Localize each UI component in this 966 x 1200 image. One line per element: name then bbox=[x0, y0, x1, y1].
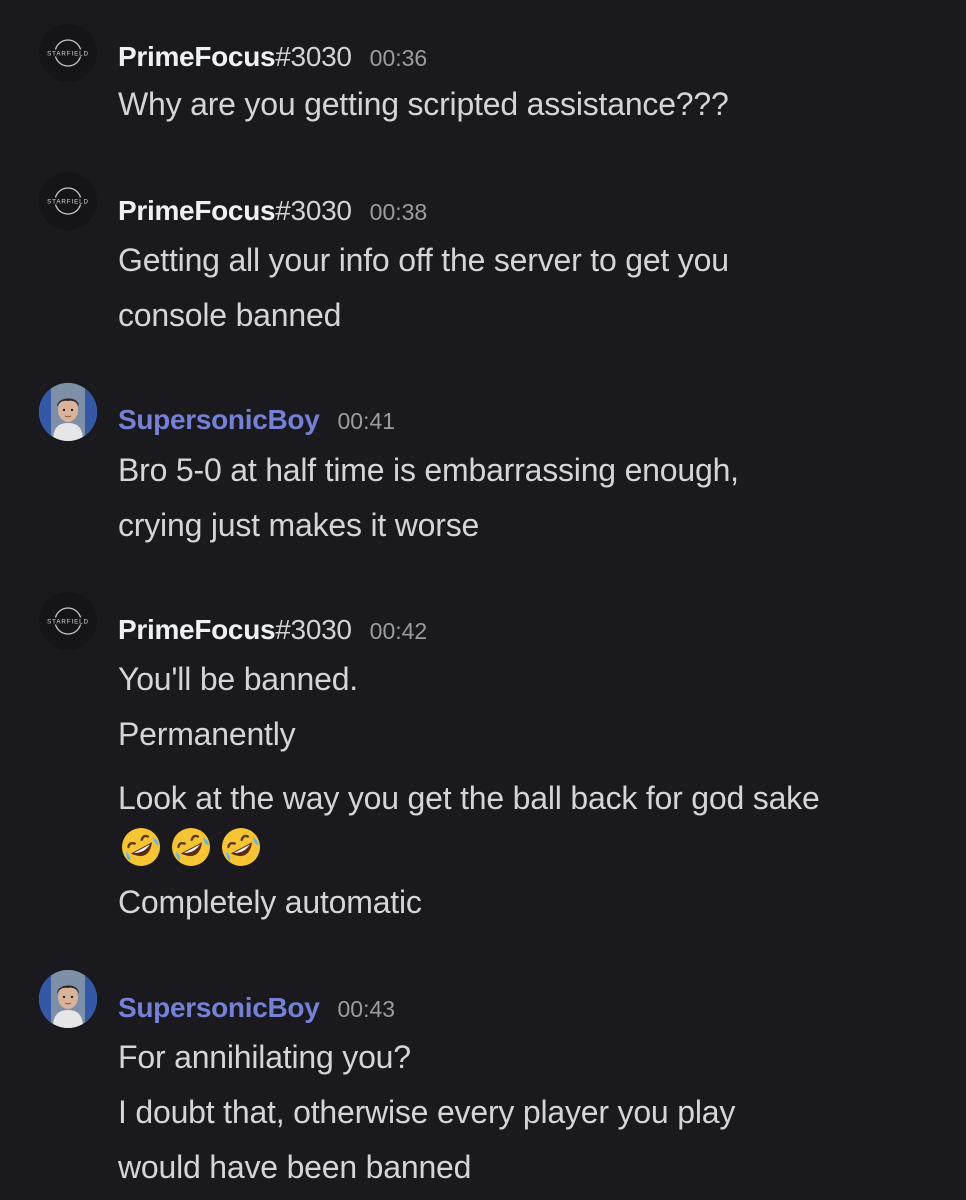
user-tag: #3030 bbox=[275, 41, 352, 72]
message-text: Bro 5-0 at half time is embarrassing eno… bbox=[118, 452, 739, 488]
starfield-logo-icon bbox=[39, 172, 97, 230]
timestamp: 00:36 bbox=[369, 45, 428, 71]
message-text: Look at the way you get the ball back fo… bbox=[118, 780, 820, 816]
username[interactable]: SupersonicBoy bbox=[118, 404, 320, 435]
user-avatar-icon bbox=[39, 383, 97, 441]
rolling-on-floor-laughing-icon bbox=[218, 824, 264, 870]
supersonicboy-avatar[interactable] bbox=[39, 383, 97, 441]
message-header: PrimeFocus#3030 00:42 bbox=[118, 614, 427, 646]
message-header: SupersonicBoy 00:41 bbox=[118, 404, 395, 436]
timestamp: 00:41 bbox=[337, 408, 396, 434]
starfield-logo-icon bbox=[39, 24, 97, 82]
timestamp: 00:38 bbox=[369, 199, 428, 225]
message-text: Getting all your info off the server to … bbox=[118, 242, 729, 278]
message-header: PrimeFocus#3030 00:38 bbox=[118, 195, 427, 227]
starfield-avatar[interactable] bbox=[39, 24, 97, 82]
message-text: For annihilating you? bbox=[118, 1039, 411, 1075]
username[interactable]: PrimeFocus bbox=[118, 614, 276, 645]
message-header: PrimeFocus#3030 00:36 bbox=[118, 41, 427, 73]
message-text: crying just makes it worse bbox=[118, 507, 480, 543]
message-text: Why are you getting scripted assistance?… bbox=[118, 86, 729, 122]
username[interactable]: SupersonicBoy bbox=[118, 992, 320, 1023]
starfield-avatar[interactable] bbox=[39, 172, 97, 230]
message-header: SupersonicBoy 00:43 bbox=[118, 992, 395, 1024]
message-text: Permanently bbox=[118, 716, 296, 752]
starfield-avatar[interactable] bbox=[39, 592, 97, 650]
user-avatar-icon bbox=[39, 970, 97, 1028]
user-tag: #3030 bbox=[275, 614, 352, 645]
rolling-on-floor-laughing-icon bbox=[118, 824, 164, 870]
message-text: console banned bbox=[118, 297, 342, 333]
supersonicboy-avatar[interactable] bbox=[39, 970, 97, 1028]
message-text: I doubt that, otherwise every player you… bbox=[118, 1094, 736, 1130]
timestamp: 00:42 bbox=[369, 618, 428, 644]
message-text: Completely automatic bbox=[118, 884, 422, 920]
message-text: would have been banned bbox=[118, 1149, 472, 1185]
username[interactable]: PrimeFocus bbox=[118, 195, 276, 226]
message-text: You'll be banned. bbox=[118, 661, 358, 697]
username[interactable]: PrimeFocus bbox=[118, 41, 276, 72]
user-tag: #3030 bbox=[275, 195, 352, 226]
timestamp: 00:43 bbox=[337, 996, 396, 1022]
starfield-logo-icon bbox=[39, 592, 97, 650]
emoji-line bbox=[118, 824, 264, 870]
rolling-on-floor-laughing-icon bbox=[168, 824, 214, 870]
